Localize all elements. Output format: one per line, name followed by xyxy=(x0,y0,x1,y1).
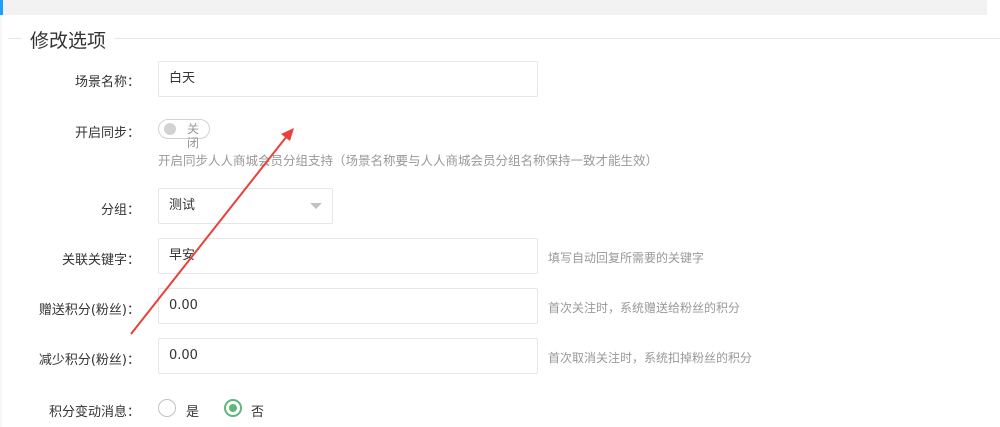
scene-name-label: 场景名称： xyxy=(74,75,140,90)
points-message-label: 积分变动消息： xyxy=(48,405,140,420)
group-select[interactable]: 测试 xyxy=(158,188,333,224)
arrow-head-icon xyxy=(281,128,294,141)
gift-points-label: 赠送积分(粉丝)： xyxy=(38,303,140,318)
top-bar xyxy=(0,0,987,15)
top-accent-bar xyxy=(0,0,3,15)
scene-name-input[interactable]: 白天 xyxy=(158,61,538,97)
radio-no[interactable] xyxy=(224,399,242,417)
keyword-hint: 填写自动回复所需要的关键字 xyxy=(548,251,705,265)
sync-label: 开启同步： xyxy=(74,126,140,141)
keyword-input[interactable]: 早安 xyxy=(158,238,538,274)
fieldset-legend: 修改选项 xyxy=(22,26,115,53)
fieldset-border xyxy=(8,38,1000,39)
radio-no-label[interactable]: 否 xyxy=(251,401,264,420)
chevron-down-icon xyxy=(310,203,322,209)
toggle-text: 关闭 xyxy=(187,122,200,150)
group-select-value: 测试 xyxy=(169,198,196,213)
reduce-points-hint: 首次取消关注时，系统扣掉粉丝的积分 xyxy=(548,351,753,365)
reduce-points-input[interactable]: 0.00 xyxy=(158,338,538,374)
gift-points-input[interactable]: 0.00 xyxy=(158,288,538,324)
gift-points-hint: 首次关注时，系统赠送给粉丝的积分 xyxy=(548,301,741,315)
reduce-points-label: 减少积分(粉丝)： xyxy=(38,353,140,368)
radio-yes-label[interactable]: 是 xyxy=(186,401,199,420)
keyword-label: 关联关键字： xyxy=(61,253,140,268)
radio-checked-dot xyxy=(229,404,237,412)
radio-yes[interactable] xyxy=(158,399,176,417)
sync-toggle[interactable]: 关闭 xyxy=(158,119,210,150)
sync-hint: 开启同步人人商城会员分组支持（场景名称要与人人商城会员分组名称保持一致才能生效） xyxy=(158,153,659,168)
toggle-knob xyxy=(164,123,176,135)
group-label: 分组： xyxy=(100,203,140,218)
